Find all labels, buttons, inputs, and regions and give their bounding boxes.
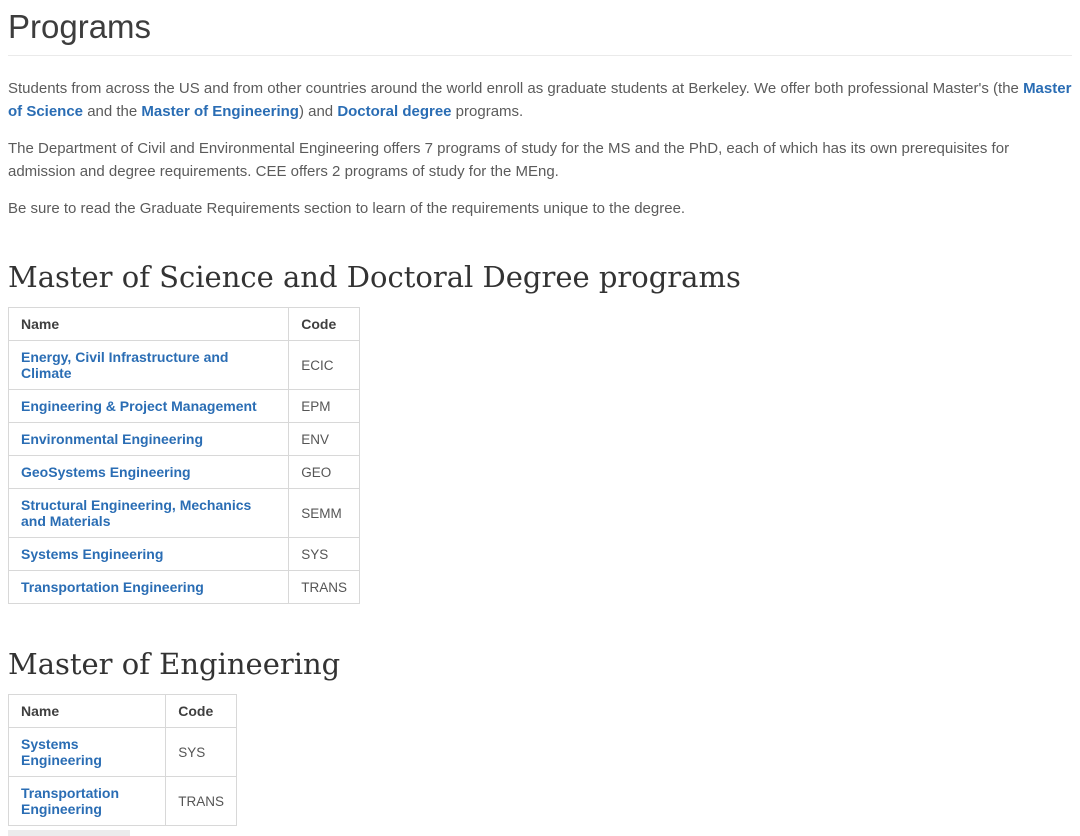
table-header: Name Code (9, 308, 360, 341)
intro-p1-text-mid2: ) and (299, 103, 337, 120)
program-link[interactable]: Engineering & Project Management (21, 398, 257, 414)
intro-paragraph-3: Be sure to read the Graduate Requirement… (8, 197, 1072, 220)
program-link[interactable]: Transportation Engineering (21, 579, 204, 595)
program-code-cell: TRANS (166, 777, 237, 826)
program-code-cell: SYS (166, 728, 237, 777)
meng-programs-table: Name Code Systems Engineering SYS Transp… (8, 694, 237, 826)
table-row: Engineering & Project Management EPM (9, 390, 360, 423)
program-code-cell: ENV (289, 423, 360, 456)
program-code-cell: ECIC (289, 341, 360, 390)
code-column-header: Code (289, 308, 360, 341)
table-row: Systems Engineering SYS (9, 538, 360, 571)
program-code-cell: GEO (289, 456, 360, 489)
title-divider (8, 55, 1072, 56)
table-header-row: Name Code (9, 695, 237, 728)
intro-paragraph-2: The Department of Civil and Environmenta… (8, 137, 1072, 183)
program-name-cell: GeoSystems Engineering (9, 456, 289, 489)
name-column-header: Name (9, 308, 289, 341)
table-header-row: Name Code (9, 308, 360, 341)
program-name-cell: Systems Engineering (9, 538, 289, 571)
program-link[interactable]: Energy, Civil Infrastructure and Climate (21, 349, 228, 381)
page-title: Programs (8, 8, 1072, 46)
master-of-engineering-link[interactable]: Master of Engineering (141, 103, 299, 120)
program-code-cell: SEMM (289, 489, 360, 538)
program-name-cell: Structural Engineering, Mechanics and Ma… (9, 489, 289, 538)
table-body: Energy, Civil Infrastructure and Climate… (9, 341, 360, 604)
table-row: Energy, Civil Infrastructure and Climate… (9, 341, 360, 390)
program-link[interactable]: Structural Engineering, Mechanics and Ma… (21, 497, 251, 529)
code-column-header: Code (166, 695, 237, 728)
intro-p1-text-mid1: and the (83, 103, 141, 120)
table-body: Systems Engineering SYS Transportation E… (9, 728, 237, 826)
intro-paragraph-1: Students from across the US and from oth… (8, 77, 1072, 123)
doctoral-degree-link[interactable]: Doctoral degree (337, 103, 451, 120)
program-link[interactable]: Environmental Engineering (21, 431, 203, 447)
intro-text: Students from across the US and from oth… (8, 77, 1072, 220)
ms-phd-programs-table: Name Code Energy, Civil Infrastructure a… (8, 307, 360, 604)
program-name-cell: Environmental Engineering (9, 423, 289, 456)
program-link[interactable]: Transportation Engineering (21, 785, 119, 817)
table-row: Structural Engineering, Mechanics and Ma… (9, 489, 360, 538)
program-name-cell: Systems Engineering (9, 728, 166, 777)
program-name-cell: Transportation Engineering (9, 571, 289, 604)
table-row: Systems Engineering SYS (9, 728, 237, 777)
table-row: Transportation Engineering TRANS (9, 777, 237, 826)
program-code-cell: TRANS (289, 571, 360, 604)
intro-p1-text-after: programs. (452, 103, 524, 120)
intro-p1-text-before: Students from across the US and from oth… (8, 80, 1023, 97)
program-link[interactable]: Systems Engineering (21, 546, 163, 562)
table-header: Name Code (9, 695, 237, 728)
program-code-cell: EPM (289, 390, 360, 423)
program-name-cell: Energy, Civil Infrastructure and Climate (9, 341, 289, 390)
table-row: Transportation Engineering TRANS (9, 571, 360, 604)
table-row: Environmental Engineering ENV (9, 423, 360, 456)
program-name-cell: Engineering & Project Management (9, 390, 289, 423)
program-link[interactable]: GeoSystems Engineering (21, 464, 191, 480)
program-code-cell: SYS (289, 538, 360, 571)
program-name-cell: Transportation Engineering (9, 777, 166, 826)
meng-section-heading: Master of Engineering (8, 647, 1072, 681)
page-container: Programs Students from across the US and… (0, 8, 1080, 826)
name-column-header: Name (9, 695, 166, 728)
table-row: GeoSystems Engineering GEO (9, 456, 360, 489)
cutoff-footer-element (8, 830, 130, 836)
ms-phd-section-heading: Master of Science and Doctoral Degree pr… (8, 260, 1072, 294)
